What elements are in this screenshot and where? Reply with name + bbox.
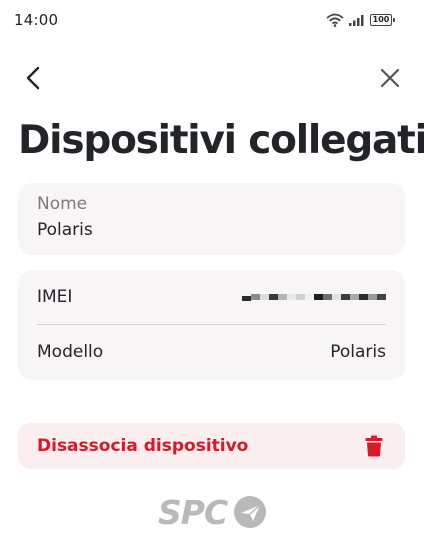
status-time: 14:00	[14, 11, 59, 29]
trash-icon[interactable]	[365, 435, 383, 457]
close-icon	[380, 68, 400, 88]
nav-bar	[0, 58, 424, 98]
close-button[interactable]	[376, 64, 404, 92]
status-bar: 14:00 100	[0, 0, 424, 40]
signal-icon	[349, 15, 364, 26]
imei-value-redacted	[242, 293, 386, 301]
unlink-device-button[interactable]: Disassocia dispositivo	[18, 423, 405, 469]
unlink-device-label: Disassocia dispositivo	[37, 436, 249, 456]
brand-logo: SPC	[158, 492, 267, 532]
chevron-left-icon	[26, 66, 40, 90]
battery-icon: 100	[370, 14, 395, 26]
model-label: Modello	[37, 342, 104, 362]
status-icons: 100	[326, 13, 395, 27]
back-button[interactable]	[20, 64, 48, 92]
page-title: Dispositivi collegati	[18, 118, 424, 163]
model-value: Polaris	[330, 342, 386, 362]
device-name-value: Polaris	[37, 220, 93, 240]
info-row-model: Modello Polaris	[37, 324, 386, 379]
device-info-card: IMEI Modello Polaris	[18, 270, 405, 380]
wifi-icon	[326, 13, 344, 27]
device-name-field[interactable]: Nome Polaris	[18, 183, 405, 255]
device-name-label: Nome	[37, 194, 88, 214]
plane-badge-icon	[234, 496, 267, 528]
info-row-imei: IMEI	[37, 270, 386, 324]
brand-text: SPC	[158, 492, 228, 532]
imei-label: IMEI	[37, 287, 73, 307]
